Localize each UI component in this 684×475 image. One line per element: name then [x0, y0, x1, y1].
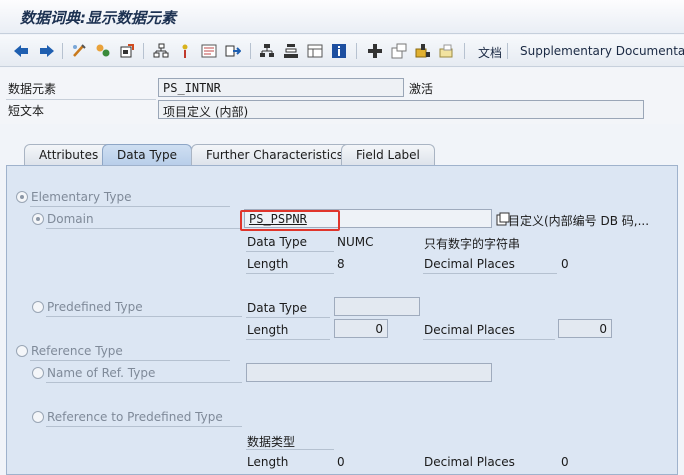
hierarchy-icon[interactable] [258, 42, 276, 60]
decimal-places-label: Decimal Places [424, 257, 515, 271]
ref-decimal-places-label: Decimal Places [424, 455, 515, 469]
back-arrow-icon[interactable] [12, 42, 30, 60]
data-type-label: Data Type [247, 235, 308, 249]
ref-decimal-places-value: 0 [561, 455, 569, 469]
header-fields: 数据元素 PS_INTNR 激活 短文本 项目定义 (内部) [0, 68, 684, 124]
ref-predefined-type-label: Reference to Predefined Type [47, 410, 223, 424]
ref-length-value: 0 [337, 455, 345, 469]
transport-icon[interactable] [414, 42, 432, 60]
pre-decimal-places-label: Decimal Places [424, 323, 515, 337]
pre-decimal-places-field[interactable]: 0 [558, 319, 612, 338]
domain-label: Domain [47, 212, 94, 226]
reference-type-radio[interactable] [16, 345, 28, 357]
decimal-places-value: 0 [561, 257, 569, 271]
short-text-field[interactable]: 项目定义 (内部) [158, 100, 644, 119]
forward-arrow-icon[interactable] [38, 42, 56, 60]
window-title: 数据词典:显示数据元素 [20, 9, 176, 27]
pre-data-type-field[interactable] [334, 297, 420, 316]
tab-data-type[interactable]: Data Type [102, 144, 193, 166]
stack-icon[interactable] [282, 42, 300, 60]
tab-strip: Attributes Data Type Further Characteris… [14, 144, 674, 166]
documentation-button[interactable]: 文档 [478, 44, 502, 61]
name-of-ref-type-field[interactable] [246, 363, 492, 382]
name-of-ref-type-label: Name of Ref. Type [47, 366, 156, 380]
data-type-value: NUMC [337, 235, 374, 249]
display-change-icon[interactable] [70, 42, 88, 60]
domain-highlight [240, 210, 340, 231]
new-window-icon[interactable] [390, 42, 408, 60]
reference-type-label: Reference Type [31, 344, 123, 358]
info-pin-icon[interactable] [176, 42, 194, 60]
title-bar: 数据词典:显示数据元素 [0, 0, 684, 34]
pre-length-label: Length [247, 323, 289, 337]
predefined-type-radio[interactable] [32, 301, 44, 313]
pre-data-type-label: Data Type [247, 301, 308, 315]
elementary-type-label: Elementary Type [31, 190, 132, 204]
elementary-type-radio[interactable] [16, 191, 28, 203]
info-icon[interactable] [330, 42, 348, 60]
activate-icon[interactable] [118, 42, 136, 60]
tab-attributes[interactable]: Attributes [24, 144, 114, 166]
data-type-description: 只有数字的字符串 [424, 237, 521, 251]
domain-description: 目定义(内部编号 DB 码,... [508, 214, 650, 228]
application-toolbar: 文档 Supplementary Documentation [0, 35, 684, 67]
navigation-icon[interactable] [200, 42, 218, 60]
length-value: 8 [337, 257, 345, 271]
ref-length-label: Length [247, 455, 289, 469]
ref-data-type-label: 数据类型 [247, 435, 296, 449]
status-label: 激活 [409, 82, 434, 96]
short-text-label: 短文本 [8, 104, 45, 118]
tab-further-characteristics[interactable]: Further Characteristics [191, 144, 358, 166]
length-label: Length [247, 257, 289, 271]
ref-predefined-type-radio[interactable] [32, 411, 44, 423]
domain-radio[interactable] [32, 213, 44, 225]
supplementary-documentation-button[interactable]: Supplementary Documentation [520, 44, 684, 58]
name-of-ref-type-radio[interactable] [32, 367, 44, 379]
layout-icon[interactable] [306, 42, 324, 60]
pre-length-field[interactable]: 0 [334, 319, 388, 338]
other-object-icon[interactable] [224, 42, 242, 60]
help-icon[interactable] [438, 42, 456, 60]
check-icon[interactable] [94, 42, 112, 60]
expand-icon[interactable] [366, 42, 384, 60]
data-element-label: 数据元素 [8, 82, 57, 96]
tab-field-label[interactable]: Field Label [341, 144, 435, 166]
where-used-icon[interactable] [152, 42, 170, 60]
predefined-type-label: Predefined Type [47, 300, 143, 314]
data-element-field[interactable]: PS_INTNR [158, 78, 404, 97]
